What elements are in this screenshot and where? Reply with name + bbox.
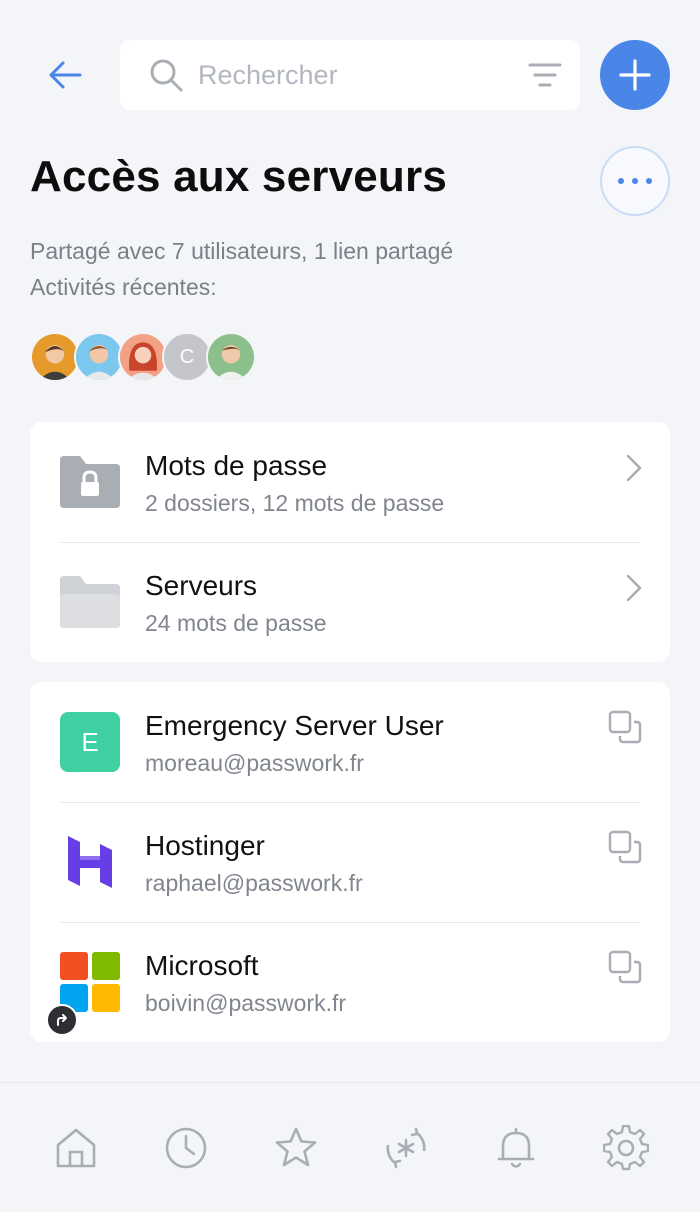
password-row-microsoft[interactable]: Microsoft boivin@passwork.fr: [30, 922, 670, 1042]
avatar-letter: C: [179, 345, 195, 368]
recent-activity-label: Activités récentes:: [30, 274, 217, 300]
back-button[interactable]: [30, 50, 100, 100]
favorites-star-icon: [275, 1127, 317, 1167]
settings-gear-icon: [603, 1125, 649, 1171]
password-row-hostinger[interactable]: Hostinger raphael@passwork.fr: [30, 802, 670, 922]
folder-icon: [60, 576, 120, 628]
row-subtitle: moreau@passwork.fr: [145, 750, 364, 776]
back-arrow-icon: [49, 61, 82, 89]
tab-notifications[interactable]: [491, 1123, 541, 1173]
tab-favorites[interactable]: [271, 1123, 321, 1173]
chevron-right-icon: [626, 574, 642, 602]
more-dot: [618, 178, 624, 184]
row-subtitle: boivin@passwork.fr: [145, 990, 347, 1016]
tab-history[interactable]: [161, 1123, 211, 1173]
tab-home[interactable]: [51, 1123, 101, 1173]
password-row-emergency-server-user[interactable]: E Emergency Server User moreau@passwork.…: [30, 682, 670, 802]
letter-icon: E: [60, 712, 120, 772]
folder-row-mots-de-passe[interactable]: Mots de passe 2 dossiers, 12 mots de pas…: [30, 422, 670, 542]
avatar[interactable]: [74, 332, 124, 382]
copy-icon[interactable]: [608, 950, 642, 984]
letter-icon-text: E: [81, 726, 99, 757]
shared-link-badge-icon: [46, 1004, 78, 1036]
microsoft-logo-icon: [60, 952, 120, 1012]
copy-icon[interactable]: [608, 710, 642, 744]
avatar[interactable]: [118, 332, 168, 382]
row-subtitle: 2 dossiers, 12 mots de passe: [145, 490, 445, 516]
row-subtitle: raphael@passwork.fr: [145, 870, 363, 896]
home-icon: [56, 1128, 96, 1168]
more-dot: [646, 178, 652, 184]
avatar[interactable]: C: [162, 332, 212, 382]
more-options-button[interactable]: [600, 146, 670, 216]
page-title: Accès aux serveurs: [30, 152, 448, 201]
locked-folder-icon: [60, 456, 120, 508]
filter-icon[interactable]: [528, 59, 562, 91]
more-dot: [632, 178, 638, 184]
row-title: Mots de passe: [145, 450, 328, 481]
passwords-card: E Emergency Server User moreau@passwork.…: [30, 682, 670, 1042]
tab-settings[interactable]: [601, 1123, 651, 1173]
folder-row-serveurs[interactable]: Serveurs 24 mots de passe: [30, 542, 670, 662]
row-title: Serveurs: [145, 570, 258, 601]
search-bar[interactable]: [120, 40, 580, 110]
search-input[interactable]: [198, 54, 508, 96]
row-subtitle: 24 mots de passe: [145, 610, 327, 636]
tab-password-generator[interactable]: [381, 1123, 431, 1173]
row-title: Hostinger: [145, 830, 265, 861]
hostinger-logo-icon: [68, 836, 112, 888]
folders-card: Mots de passe 2 dossiers, 12 mots de pas…: [30, 422, 670, 662]
row-title: Emergency Server User: [145, 710, 444, 741]
bottom-tab-bar: [0, 1082, 700, 1212]
notifications-bell-icon: [497, 1127, 535, 1168]
history-icon: [165, 1127, 207, 1169]
top-bar: [0, 40, 700, 110]
avatar[interactable]: [206, 332, 256, 382]
copy-icon[interactable]: [608, 830, 642, 864]
chevron-right-icon: [626, 454, 642, 482]
search-icon: [150, 59, 183, 92]
password-generator-icon: [386, 1127, 426, 1169]
shared-info: Partagé avec 7 utilisateurs, 1 lien part…: [30, 238, 454, 264]
row-title: Microsoft: [145, 950, 259, 981]
plus-icon: [619, 59, 651, 91]
avatar[interactable]: [30, 332, 80, 382]
add-button[interactable]: [600, 40, 670, 110]
